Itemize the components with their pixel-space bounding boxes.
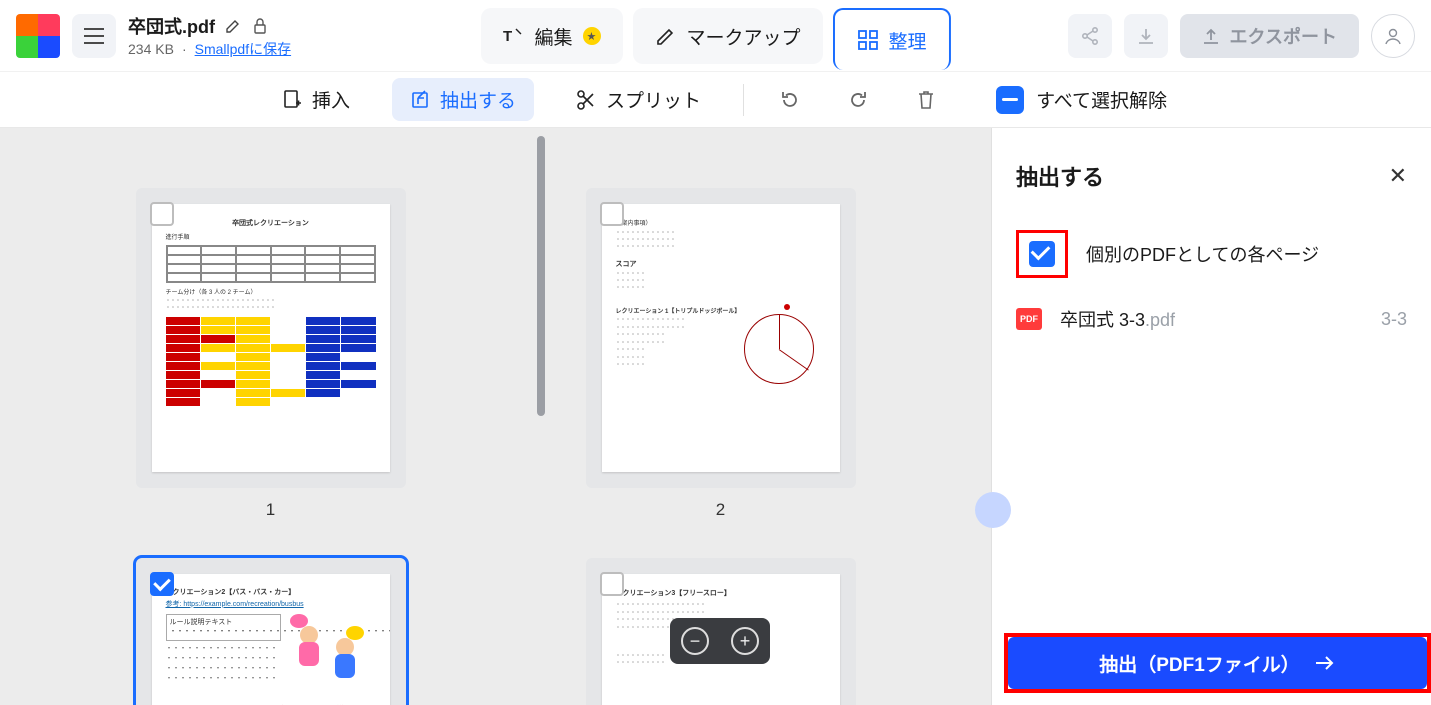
insert-page-icon bbox=[282, 89, 302, 111]
rotate-left-icon bbox=[779, 89, 801, 111]
arrow-right-icon bbox=[1314, 654, 1336, 672]
document-name: 卒団式.pdf bbox=[128, 13, 215, 39]
top-right-actions: エクスポート bbox=[1068, 14, 1415, 58]
share-icon bbox=[1080, 26, 1100, 46]
edit-icon: T bbox=[502, 25, 524, 47]
each-page-separate-checkbox[interactable] bbox=[1029, 241, 1055, 267]
page-number: 2 bbox=[716, 500, 725, 520]
rotate-right-icon bbox=[847, 89, 869, 111]
split-tool[interactable]: スプリット bbox=[558, 78, 719, 121]
page-1-preview: 卒団式レクリエーション 進行手順 チーム分け（各 3 人の 2 チーム） ・・・… bbox=[152, 204, 390, 472]
page-2-checkbox[interactable] bbox=[600, 202, 624, 226]
output-file-row: PDF 卒団式 3-3.pdf 3-3 bbox=[1016, 306, 1407, 332]
tab-edit[interactable]: T 編集 ★ bbox=[480, 8, 622, 64]
each-page-separate-label: 個別のPDFとしての各ページ bbox=[1086, 241, 1319, 267]
scrollbar-thumb[interactable] bbox=[537, 136, 545, 416]
lock-icon bbox=[253, 17, 271, 35]
share-button[interactable] bbox=[1068, 14, 1112, 58]
star-badge-icon: ★ bbox=[582, 27, 600, 45]
export-icon bbox=[1202, 27, 1220, 45]
page-grid[interactable]: 卒団式レクリエーション 進行手順 チーム分け（各 3 人の 2 チーム） ・・・… bbox=[0, 128, 991, 705]
highlight-box-2: 抽出（PDF1ファイル） bbox=[1004, 633, 1431, 693]
toolbar-divider bbox=[743, 84, 744, 116]
menu-icon bbox=[84, 28, 104, 44]
export-button[interactable]: エクスポート bbox=[1180, 14, 1359, 58]
scrollbar[interactable] bbox=[537, 128, 547, 705]
page-2-preview: （案内事項） ・・・・・・・・・・・・・・・・・・・・・・・・・・・・・・・・・… bbox=[602, 204, 840, 472]
tab-markup[interactable]: マークアップ bbox=[632, 8, 822, 64]
page-3-preview: レクリエーション2【バス・バス・カー】 参考: https://example.… bbox=[152, 574, 390, 705]
deselect-icon bbox=[996, 86, 1024, 114]
extract-tool[interactable]: 抽出する bbox=[392, 78, 534, 121]
save-to-smallpdf-link[interactable]: Smallpdfに保存 bbox=[195, 39, 291, 59]
main-area: 卒団式レクリエーション 進行手順 チーム分け（各 3 人の 2 チーム） ・・・… bbox=[0, 128, 1431, 705]
extract-submit-button[interactable]: 抽出（PDF1ファイル） bbox=[1008, 637, 1427, 689]
document-info: 卒団式.pdf 234 KB · Smallpdfに保存 bbox=[128, 13, 308, 59]
extract-icon bbox=[410, 90, 430, 110]
user-icon bbox=[1383, 26, 1403, 46]
rename-icon[interactable] bbox=[225, 17, 243, 35]
download-icon bbox=[1136, 26, 1156, 46]
trash-icon bbox=[916, 89, 936, 111]
extract-panel: 抽出する ✕ 個別のPDFとしての各ページ PDF 卒団式 3-3.pdf 3-… bbox=[991, 128, 1431, 705]
split-icon bbox=[576, 89, 596, 111]
close-icon: ✕ bbox=[1389, 163, 1407, 188]
rotate-right-button[interactable] bbox=[836, 78, 880, 122]
document-size: 234 KB bbox=[128, 41, 174, 57]
app-logo[interactable] bbox=[16, 14, 60, 58]
account-button[interactable] bbox=[1371, 14, 1415, 58]
highlight-box bbox=[1016, 230, 1068, 278]
pdf-icon: PDF bbox=[1016, 308, 1042, 330]
mode-tabs: T 編集 ★ マークアップ 整理 bbox=[480, 8, 950, 70]
delete-page-button[interactable] bbox=[904, 78, 948, 122]
floating-handle[interactable] bbox=[975, 492, 1011, 528]
page-thumb-1[interactable]: 卒団式レクリエーション 進行手順 チーム分け（各 3 人の 2 チーム） ・・・… bbox=[131, 188, 411, 548]
insert-tool[interactable]: 挿入 bbox=[264, 78, 368, 121]
download-button[interactable] bbox=[1124, 14, 1168, 58]
zoom-control: − + bbox=[670, 618, 770, 664]
page-range: 3-3 bbox=[1381, 309, 1407, 330]
page-number: 1 bbox=[266, 500, 275, 520]
organize-toolbar: 挿入 抽出する スプリット すべて選択解除 bbox=[0, 72, 1431, 128]
page-4-checkbox[interactable] bbox=[600, 572, 624, 596]
zoom-in-button[interactable]: + bbox=[731, 627, 759, 655]
deselect-all-button[interactable]: すべて選択解除 bbox=[996, 86, 1167, 114]
page-3-checkbox[interactable] bbox=[150, 572, 174, 596]
close-panel-button[interactable]: ✕ bbox=[1389, 163, 1407, 189]
svg-text:T: T bbox=[502, 28, 511, 45]
top-bar: 卒団式.pdf 234 KB · Smallpdfに保存 T 編集 ★ マークア… bbox=[0, 0, 1431, 72]
plus-icon: + bbox=[740, 631, 751, 652]
output-filename: 卒団式 3-3.pdf bbox=[1060, 306, 1175, 332]
tab-organize[interactable]: 整理 bbox=[833, 8, 951, 70]
page-1-checkbox[interactable] bbox=[150, 202, 174, 226]
page-thumb-2[interactable]: （案内事項） ・・・・・・・・・・・・・・・・・・・・・・・・・・・・・・・・・… bbox=[581, 188, 861, 548]
markup-icon bbox=[654, 25, 676, 47]
page-thumb-3[interactable]: レクリエーション2【バス・バス・カー】 参考: https://example.… bbox=[131, 558, 411, 705]
rotate-left-button[interactable] bbox=[768, 78, 812, 122]
panel-title: 抽出する bbox=[1016, 160, 1104, 192]
zoom-out-button[interactable]: − bbox=[681, 627, 709, 655]
minus-icon: − bbox=[690, 631, 701, 652]
organize-icon bbox=[857, 29, 879, 51]
hamburger-menu[interactable] bbox=[72, 14, 116, 58]
